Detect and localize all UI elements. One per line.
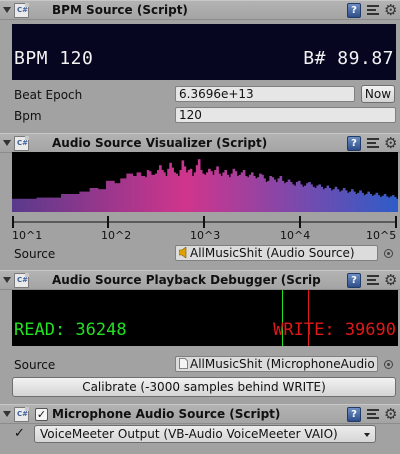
preset-icon[interactable]: [367, 408, 379, 421]
foldout-arrow-icon[interactable]: [3, 411, 11, 417]
source-label: Source: [14, 358, 56, 372]
axis-tick-label: 10^5: [366, 229, 397, 242]
frequency-axis: 10^1 10^2 10^3 10^4 10^5: [12, 216, 398, 246]
write-position-text: WRITE: 39690: [273, 320, 396, 340]
object-picker-icon[interactable]: [384, 360, 393, 369]
component-enabled-checkbox[interactable]: ✓: [35, 408, 48, 421]
gear-icon[interactable]: ⚙: [384, 272, 397, 288]
help-icon[interactable]: ?: [347, 273, 361, 288]
help-icon[interactable]: ?: [347, 407, 361, 422]
bpm-text: BPM 120: [14, 48, 94, 69]
device-check-icon: ✓: [14, 426, 25, 441]
bpm-field[interactable]: 120: [175, 107, 396, 123]
foldout-arrow-icon[interactable]: [3, 140, 11, 146]
component-title: Audio Source Playback Debugger (Scrip: [52, 273, 321, 287]
foldout-arrow-icon[interactable]: [3, 7, 11, 13]
axis-tick-label: 10^1: [12, 229, 43, 242]
beat-number-text: B# 89.87: [303, 48, 394, 69]
chevron-down-icon: [364, 433, 370, 437]
audio-source-value: AllMusicShit (Audio Source): [190, 246, 355, 260]
microphone-source-value: AllMusicShit (MicrophoneAudio: [190, 357, 375, 371]
beat-epoch-field[interactable]: 6.3696e+13: [175, 86, 355, 102]
gear-icon[interactable]: ⚙: [384, 2, 397, 18]
axis-tick-label: 10^3: [190, 229, 221, 242]
bpm-label: Bpm: [14, 109, 42, 123]
spectrum-graph: [12, 159, 398, 212]
axis-tick-label: 10^2: [101, 229, 132, 242]
script-icon: C#: [14, 3, 29, 18]
playback-debugger-header[interactable]: C# Audio Source Playback Debugger (Scrip…: [0, 270, 400, 290]
component-title: BPM Source (Script): [52, 3, 188, 17]
audio-visualizer-header[interactable]: C# Audio Source Visualizer (Script) ? ⚙: [0, 133, 400, 153]
foldout-arrow-icon[interactable]: [3, 277, 11, 283]
component-title: Audio Source Visualizer (Script): [52, 136, 268, 150]
help-icon[interactable]: ?: [347, 136, 361, 151]
preset-icon[interactable]: [367, 4, 379, 17]
beat-epoch-label: Beat Epoch: [14, 88, 83, 102]
microphone-asset-icon: [179, 358, 188, 369]
microphone-device-dropdown[interactable]: VoiceMeeter Output (VB-Audio VoiceMeeter…: [34, 425, 376, 443]
help-icon[interactable]: ?: [347, 3, 361, 18]
preset-icon[interactable]: [367, 137, 379, 150]
object-picker-icon[interactable]: [384, 249, 393, 258]
microphone-device-value: VoiceMeeter Output (VB-Audio VoiceMeeter…: [40, 427, 338, 441]
calibrate-button[interactable]: Calibrate (-3000 samples behind WRITE): [12, 377, 396, 397]
bpm-display: BPM 120 B# 89.87: [12, 24, 396, 80]
script-icon: C#: [14, 273, 29, 288]
frequency-axis-ticks: [12, 216, 397, 228]
script-icon: C#: [14, 136, 29, 151]
spectrum-bar: [395, 198, 398, 212]
gear-icon[interactable]: ⚙: [384, 406, 397, 422]
gear-icon[interactable]: ⚙: [384, 135, 397, 151]
playback-buffer-display: READ: 36248 WRITE: 39690: [12, 290, 398, 346]
bpm-source-header[interactable]: C# BPM Source (Script) ? ⚙: [0, 0, 400, 20]
microphone-source-field[interactable]: AllMusicShit (MicrophoneAudio: [175, 356, 378, 372]
microphone-source-header[interactable]: C# ✓ Microphone Audio Source (Script) ? …: [0, 404, 400, 424]
component-title: Microphone Audio Source (Script): [52, 407, 281, 421]
now-button[interactable]: Now: [361, 85, 395, 103]
axis-tick-label: 10^4: [280, 229, 311, 242]
source-label: Source: [14, 247, 56, 261]
read-position-text: READ: 36248: [14, 320, 127, 340]
script-icon: C#: [14, 407, 29, 422]
audio-source-field[interactable]: AllMusicShit (Audio Source): [175, 245, 378, 261]
speaker-icon: [179, 247, 187, 258]
preset-icon[interactable]: [367, 274, 379, 287]
spectrum-visualizer: [12, 152, 398, 212]
